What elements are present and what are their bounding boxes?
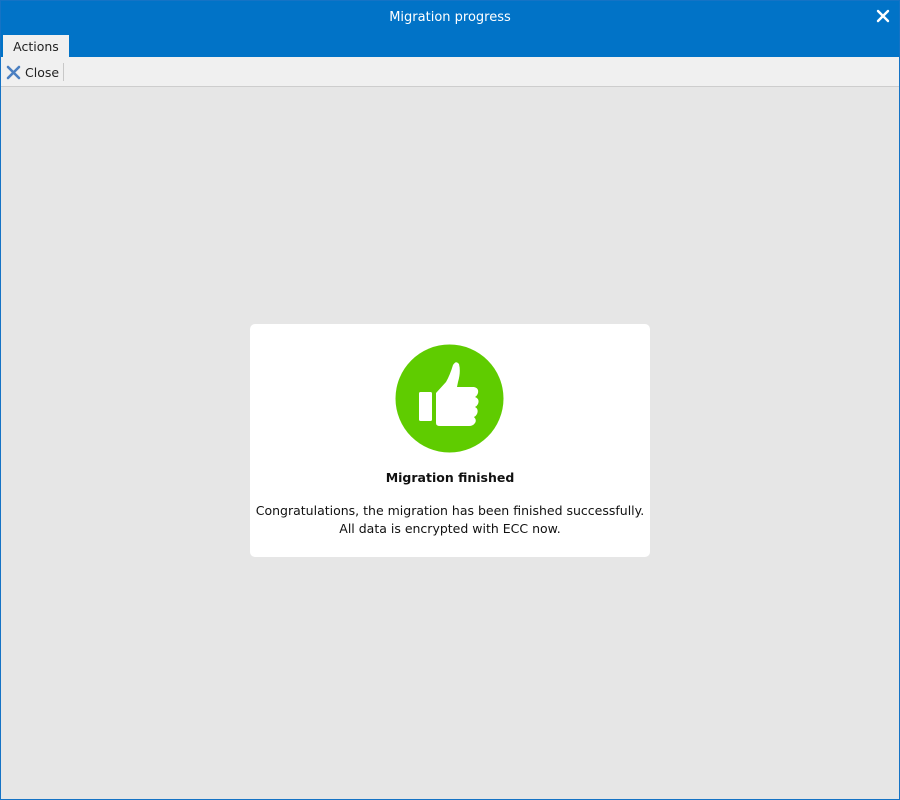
result-message-line-2: All data is encrypted with ECC now.	[339, 521, 561, 536]
toolbar: Close	[1, 57, 899, 87]
close-icon[interactable]	[876, 8, 890, 23]
result-title: Migration finished	[385, 470, 515, 485]
thumbs-up-icon	[395, 344, 504, 453]
main-content: Migration finished Congratulations, the …	[1, 87, 899, 799]
close-button-label: Close	[25, 64, 60, 80]
ribbon-tab-strip: Actions	[1, 35, 899, 58]
tab-actions[interactable]: Actions	[3, 35, 69, 58]
close-x-icon	[6, 65, 21, 80]
title-bar: Migration progress	[1, 1, 899, 35]
result-message-line-1: Congratulations, the migration has been …	[255, 503, 645, 518]
window-title: Migration progress	[389, 10, 511, 25]
result-card: Migration finished Congratulations, the …	[250, 324, 650, 557]
close-button[interactable]: Close	[6, 63, 59, 81]
toolbar-separator	[63, 63, 64, 81]
migration-progress-window: Migration progress Actions Close Migrati…	[0, 0, 900, 800]
